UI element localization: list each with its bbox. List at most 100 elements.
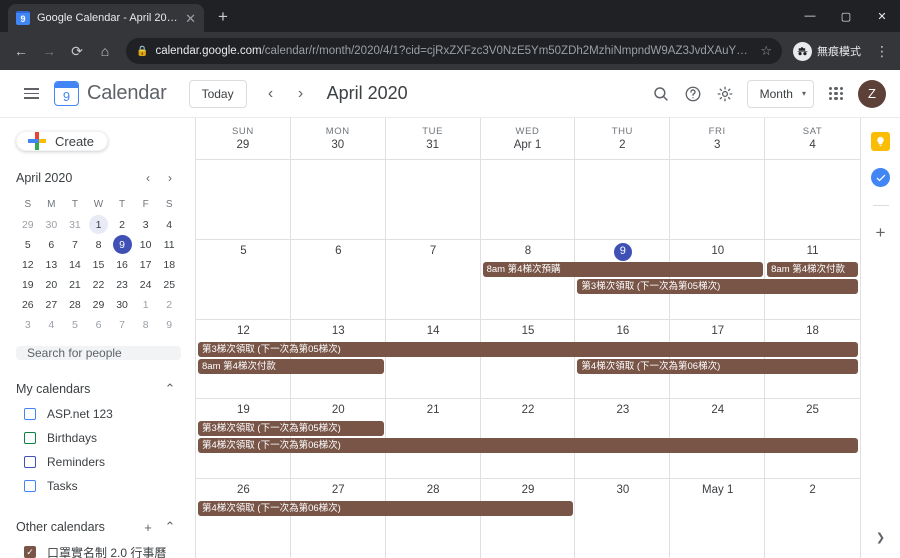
day-header-sun[interactable]: SUN 29 <box>196 118 291 159</box>
day-number[interactable]: 7 <box>386 243 481 261</box>
mini-day[interactable]: 4 <box>40 315 64 334</box>
mini-day[interactable]: 17 <box>134 255 158 274</box>
other-calendars-header[interactable]: Other calendars + ⌃ <box>0 514 195 540</box>
mini-next-icon[interactable]: › <box>159 167 181 189</box>
day-header-tue[interactable]: TUE 31 <box>386 118 481 159</box>
search-people-input[interactable]: Search for people <box>16 346 181 360</box>
my-calendar-item[interactable]: Reminders <box>0 450 195 474</box>
mini-day[interactable]: 24 <box>134 275 158 294</box>
mini-day[interactable]: 18 <box>157 255 181 274</box>
other-calendar-item[interactable]: 口罩實名制 2.0 行事曆 <box>0 540 195 558</box>
browser-menu-icon[interactable]: ⋮ <box>872 43 892 60</box>
chevron-up-icon[interactable]: ⌃ <box>159 378 181 400</box>
day-header-sat[interactable]: SAT 4 <box>765 118 860 159</box>
mini-day[interactable]: 5 <box>16 235 40 254</box>
calendar-event[interactable]: 第3梯次領取 (下一次為第05梯次) <box>198 421 384 437</box>
mini-day[interactable]: 31 <box>63 215 87 234</box>
mini-day[interactable]: 20 <box>40 275 64 294</box>
my-calendar-item[interactable]: Tasks <box>0 474 195 498</box>
mini-day[interactable]: 8 <box>134 315 158 334</box>
mini-day[interactable]: 10 <box>134 235 158 254</box>
day-number[interactable]: 5 <box>196 243 291 261</box>
mini-day[interactable]: 12 <box>16 255 40 274</box>
day-number[interactable]: 16 <box>575 323 670 340</box>
reload-icon[interactable]: ⟳ <box>64 38 90 64</box>
prev-month-icon[interactable]: ‹ <box>257 80 285 108</box>
create-button[interactable]: Create <box>16 131 108 151</box>
day-header-date[interactable]: 3 <box>714 139 720 151</box>
my-calendar-item[interactable]: ASP.net 123 <box>0 402 195 426</box>
day-header-fri[interactable]: FRI 3 <box>670 118 766 159</box>
calendar-event[interactable]: 第3梯次領取 (下一次為第05梯次) <box>577 278 858 294</box>
add-addon-icon[interactable]: + <box>876 224 886 241</box>
new-tab-button[interactable]: + <box>210 4 236 30</box>
forward-icon[interactable]: → <box>36 38 62 64</box>
day-number[interactable]: 8 <box>481 243 576 261</box>
mini-day[interactable]: 19 <box>16 275 40 294</box>
calendar-event[interactable]: 8am 第4梯次付款 <box>198 358 384 374</box>
mini-day[interactable]: 6 <box>87 315 111 334</box>
calendar-event[interactable]: 第4梯次領取 (下一次為第06梯次) <box>198 438 858 454</box>
incognito-indicator[interactable]: 無痕模式 <box>790 40 870 63</box>
day-header-date[interactable]: 2 <box>619 139 625 151</box>
mini-day[interactable]: 3 <box>134 215 158 234</box>
day-number[interactable]: 11 <box>765 243 860 261</box>
calendar-event[interactable]: 8am 第4梯次預購 <box>482 261 764 277</box>
mini-day[interactable]: 22 <box>87 275 111 294</box>
mini-day[interactable]: 30 <box>110 295 134 314</box>
calendar-checkbox[interactable] <box>24 408 36 420</box>
expand-panel-icon[interactable]: ❯ <box>876 531 885 544</box>
mini-day[interactable]: 21 <box>63 275 87 294</box>
my-calendars-header[interactable]: My calendars ⌃ <box>0 376 195 402</box>
day-number[interactable]: 20 <box>291 402 386 419</box>
day-header-date[interactable]: 30 <box>331 139 344 151</box>
browser-tab[interactable]: 9 Google Calendar - April 2020 ✕ <box>8 4 204 32</box>
mini-day[interactable]: 6 <box>40 235 64 254</box>
mini-day[interactable]: 9 <box>157 315 181 334</box>
google-keep-icon[interactable] <box>871 132 890 151</box>
day-number[interactable]: May 1 <box>670 482 765 499</box>
mini-day[interactable]: 28 <box>63 295 87 314</box>
day-number[interactable]: 6 <box>291 243 386 261</box>
calendar-event[interactable]: 第4梯次領取 (下一次為第06梯次) <box>577 358 858 374</box>
calendar-event[interactable]: 8am 第4梯次付款 <box>767 261 858 277</box>
avatar[interactable]: Z <box>858 79 886 108</box>
close-window-button[interactable]: ✕ <box>864 0 900 32</box>
mini-day[interactable]: 23 <box>110 275 134 294</box>
mini-day[interactable]: 14 <box>63 255 87 274</box>
google-apps-icon[interactable] <box>820 78 852 110</box>
day-number[interactable]: 19 <box>196 402 291 419</box>
day-number[interactable]: 27 <box>291 482 386 499</box>
day-header-wed[interactable]: WED Apr 1 <box>481 118 576 159</box>
calendar-checkbox[interactable] <box>24 546 36 558</box>
mini-day[interactable]: 16 <box>110 255 134 274</box>
day-header-date[interactable]: Apr 1 <box>514 139 542 151</box>
day-number[interactable]: 22 <box>481 402 576 419</box>
day-number[interactable]: 9 <box>575 242 670 261</box>
calendar-logo[interactable]: 9 Calendar <box>54 81 167 106</box>
google-tasks-icon[interactable] <box>871 168 890 187</box>
calendar-event[interactable]: 第4梯次領取 (下一次為第06梯次) <box>198 501 574 517</box>
search-icon[interactable] <box>645 78 677 110</box>
mini-day[interactable]: 7 <box>63 235 87 254</box>
day-header-date[interactable]: 4 <box>809 139 815 151</box>
help-icon[interactable] <box>677 78 709 110</box>
today-button[interactable]: Today <box>188 79 247 108</box>
mini-day[interactable]: 11 <box>157 235 181 254</box>
calendar-checkbox[interactable] <box>24 432 36 444</box>
day-number[interactable]: 23 <box>575 402 670 419</box>
mini-day[interactable]: 8 <box>87 235 111 254</box>
day-number[interactable]: 2 <box>765 482 860 499</box>
mini-day[interactable]: 9 <box>110 235 134 254</box>
maximize-button[interactable]: ▢ <box>828 0 864 32</box>
day-number[interactable]: 28 <box>386 482 481 499</box>
calendar-checkbox[interactable] <box>24 456 36 468</box>
day-header-date[interactable]: 31 <box>426 139 439 151</box>
minimize-button[interactable]: — <box>792 0 828 32</box>
mini-day[interactable]: 15 <box>87 255 111 274</box>
day-header-date[interactable]: 29 <box>237 139 250 151</box>
back-icon[interactable]: ← <box>8 38 34 64</box>
day-number[interactable]: 30 <box>575 482 670 499</box>
mini-day[interactable]: 2 <box>157 295 181 314</box>
mini-day[interactable]: 2 <box>110 215 134 234</box>
